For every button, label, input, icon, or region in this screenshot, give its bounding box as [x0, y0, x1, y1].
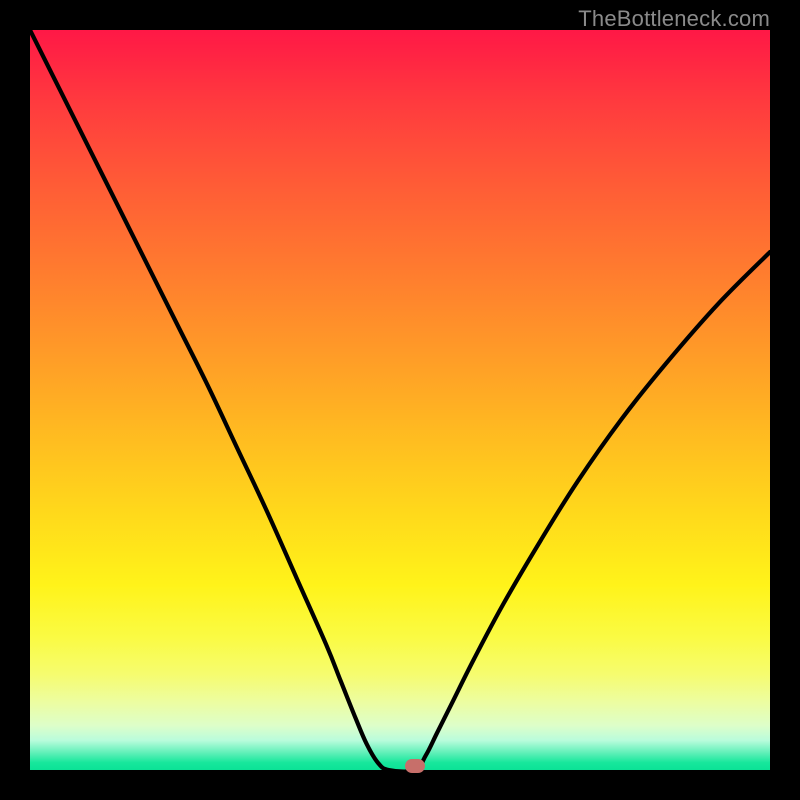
plot-area: [30, 30, 770, 770]
chart-frame: TheBottleneck.com: [0, 0, 800, 800]
watermark-text: TheBottleneck.com: [578, 6, 770, 32]
bottleneck-curve: [30, 30, 770, 770]
vertex-marker: [405, 759, 425, 773]
